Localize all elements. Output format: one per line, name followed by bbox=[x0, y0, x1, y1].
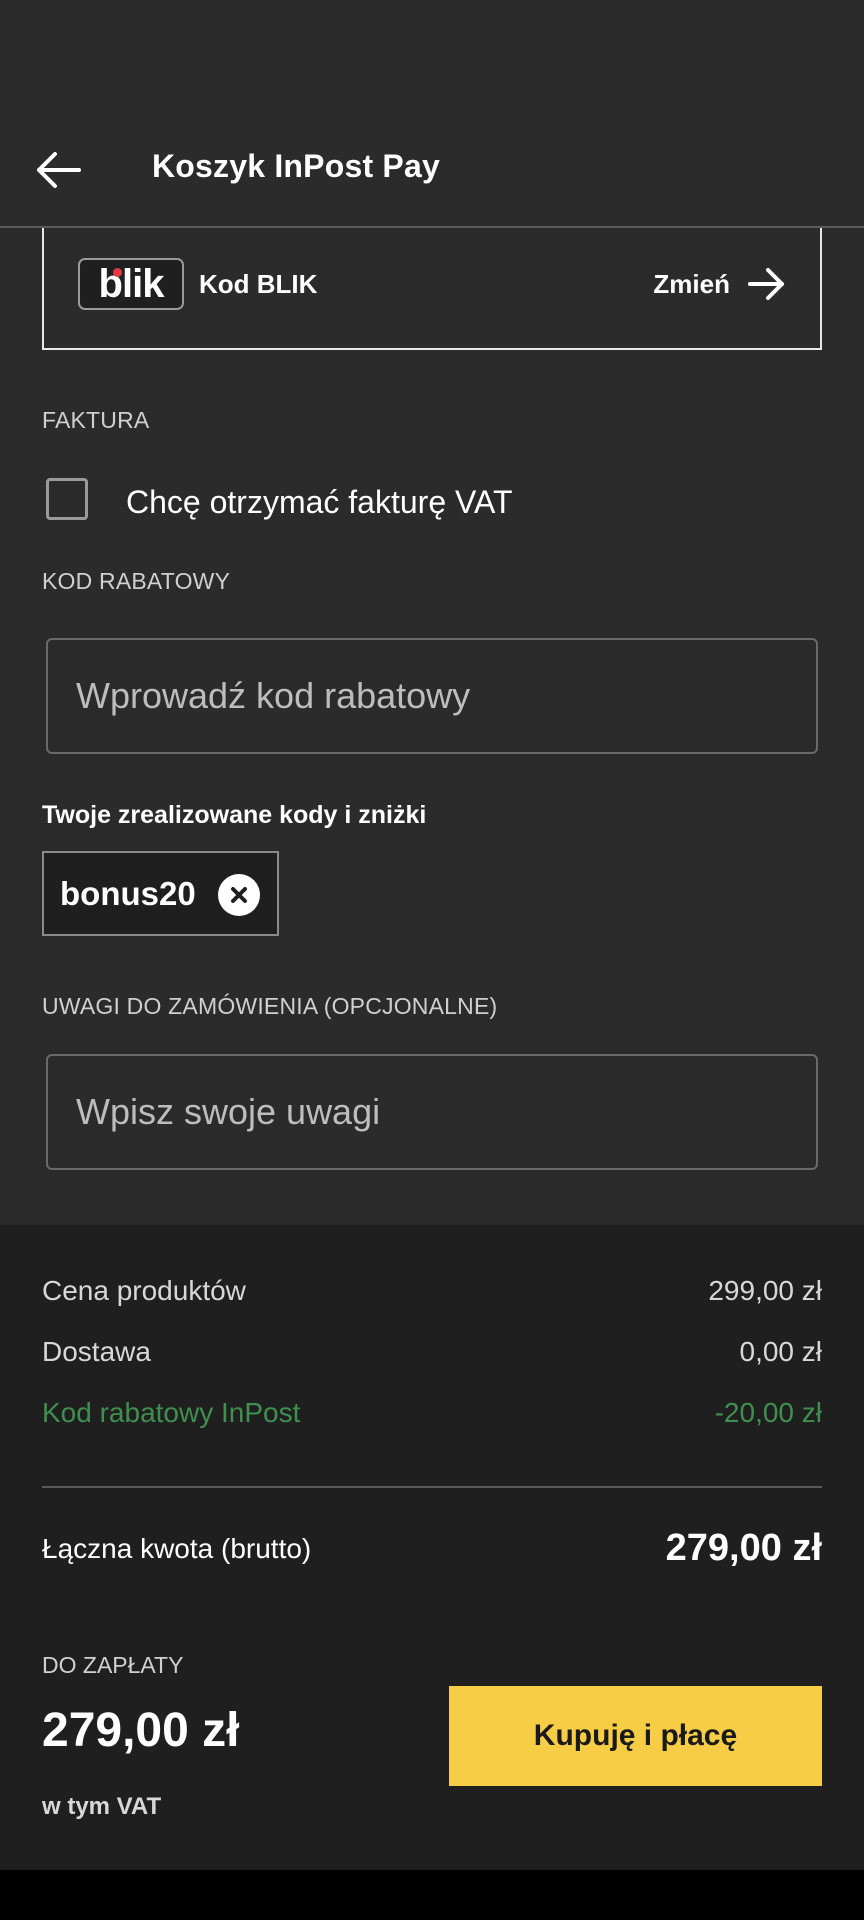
arrow-left-icon bbox=[37, 152, 81, 188]
change-payment-button[interactable]: Zmień bbox=[653, 258, 786, 310]
invoice-checkbox[interactable] bbox=[46, 478, 88, 520]
vat-note: w tym VAT bbox=[42, 1793, 162, 1820]
discount-code-field[interactable] bbox=[46, 638, 818, 754]
summary-value: 0,00 zł bbox=[739, 1336, 823, 1367]
blik-logo-dot bbox=[113, 268, 122, 277]
total-label: Łączna kwota (brutto) bbox=[42, 1532, 312, 1564]
summary-value: -20,00 zł bbox=[714, 1397, 822, 1428]
summary-row-products: Cena produktów 299,00 zł bbox=[42, 1274, 822, 1308]
discount-section-label: KOD RABATOWY bbox=[42, 568, 231, 594]
payment-method-card[interactable]: blik Kod BLIK Zmień bbox=[42, 228, 822, 350]
applied-code-chip: bonus20 bbox=[42, 851, 279, 936]
applied-codes-title: Twoje zrealizowane kody i zniżki bbox=[42, 801, 427, 829]
invoice-checkbox-label[interactable]: Chcę otrzymać fakturę VAT bbox=[126, 482, 512, 522]
summary-label: Cena produktów bbox=[42, 1275, 246, 1306]
close-icon bbox=[231, 887, 247, 903]
invoice-section-label: FAKTURA bbox=[42, 407, 150, 433]
payment-method-label: Kod BLIK bbox=[199, 269, 318, 299]
total-row: Łączna kwota (brutto) 279,00 zł bbox=[42, 1527, 822, 1570]
summary-label: Kod rabatowy InPost bbox=[42, 1397, 301, 1428]
remove-code-button[interactable] bbox=[218, 874, 260, 916]
summary-label: Dostawa bbox=[42, 1336, 151, 1367]
page-title: Koszyk InPost Pay bbox=[152, 148, 440, 184]
change-label: Zmień bbox=[653, 268, 730, 299]
order-summary: Cena produktów 299,00 zł Dostawa 0,00 zł… bbox=[0, 1225, 864, 1870]
summary-value: 299,00 zł bbox=[708, 1275, 822, 1306]
summary-divider bbox=[42, 1486, 822, 1488]
notes-section-label: UWAGI DO ZAMÓWIENIA (OPCJONALNE) bbox=[42, 993, 498, 1019]
system-navigation-bar bbox=[0, 1870, 864, 1920]
blik-logo-text: blik bbox=[98, 261, 165, 306]
summary-row-delivery: Dostawa 0,00 zł bbox=[42, 1335, 822, 1369]
notes-input[interactable] bbox=[48, 1056, 816, 1168]
notes-field[interactable] bbox=[46, 1054, 818, 1170]
pay-amount: 279,00 zł bbox=[42, 1704, 240, 1757]
app-bar: Koszyk InPost Pay bbox=[0, 100, 864, 228]
status-bar-area bbox=[0, 0, 864, 100]
blik-logo: blik bbox=[78, 258, 184, 310]
back-button[interactable] bbox=[30, 142, 86, 198]
total-value: 279,00 zł bbox=[665, 1527, 822, 1569]
buy-and-pay-button[interactable]: Kupuję i płacę bbox=[449, 1686, 822, 1786]
arrow-right-icon bbox=[748, 268, 784, 300]
discount-code-input[interactable] bbox=[48, 640, 816, 752]
applied-code-text: bonus20 bbox=[60, 874, 196, 912]
pay-label: DO ZAPŁATY bbox=[42, 1652, 184, 1678]
summary-row-discount: Kod rabatowy InPost -20,00 zł bbox=[42, 1396, 822, 1430]
